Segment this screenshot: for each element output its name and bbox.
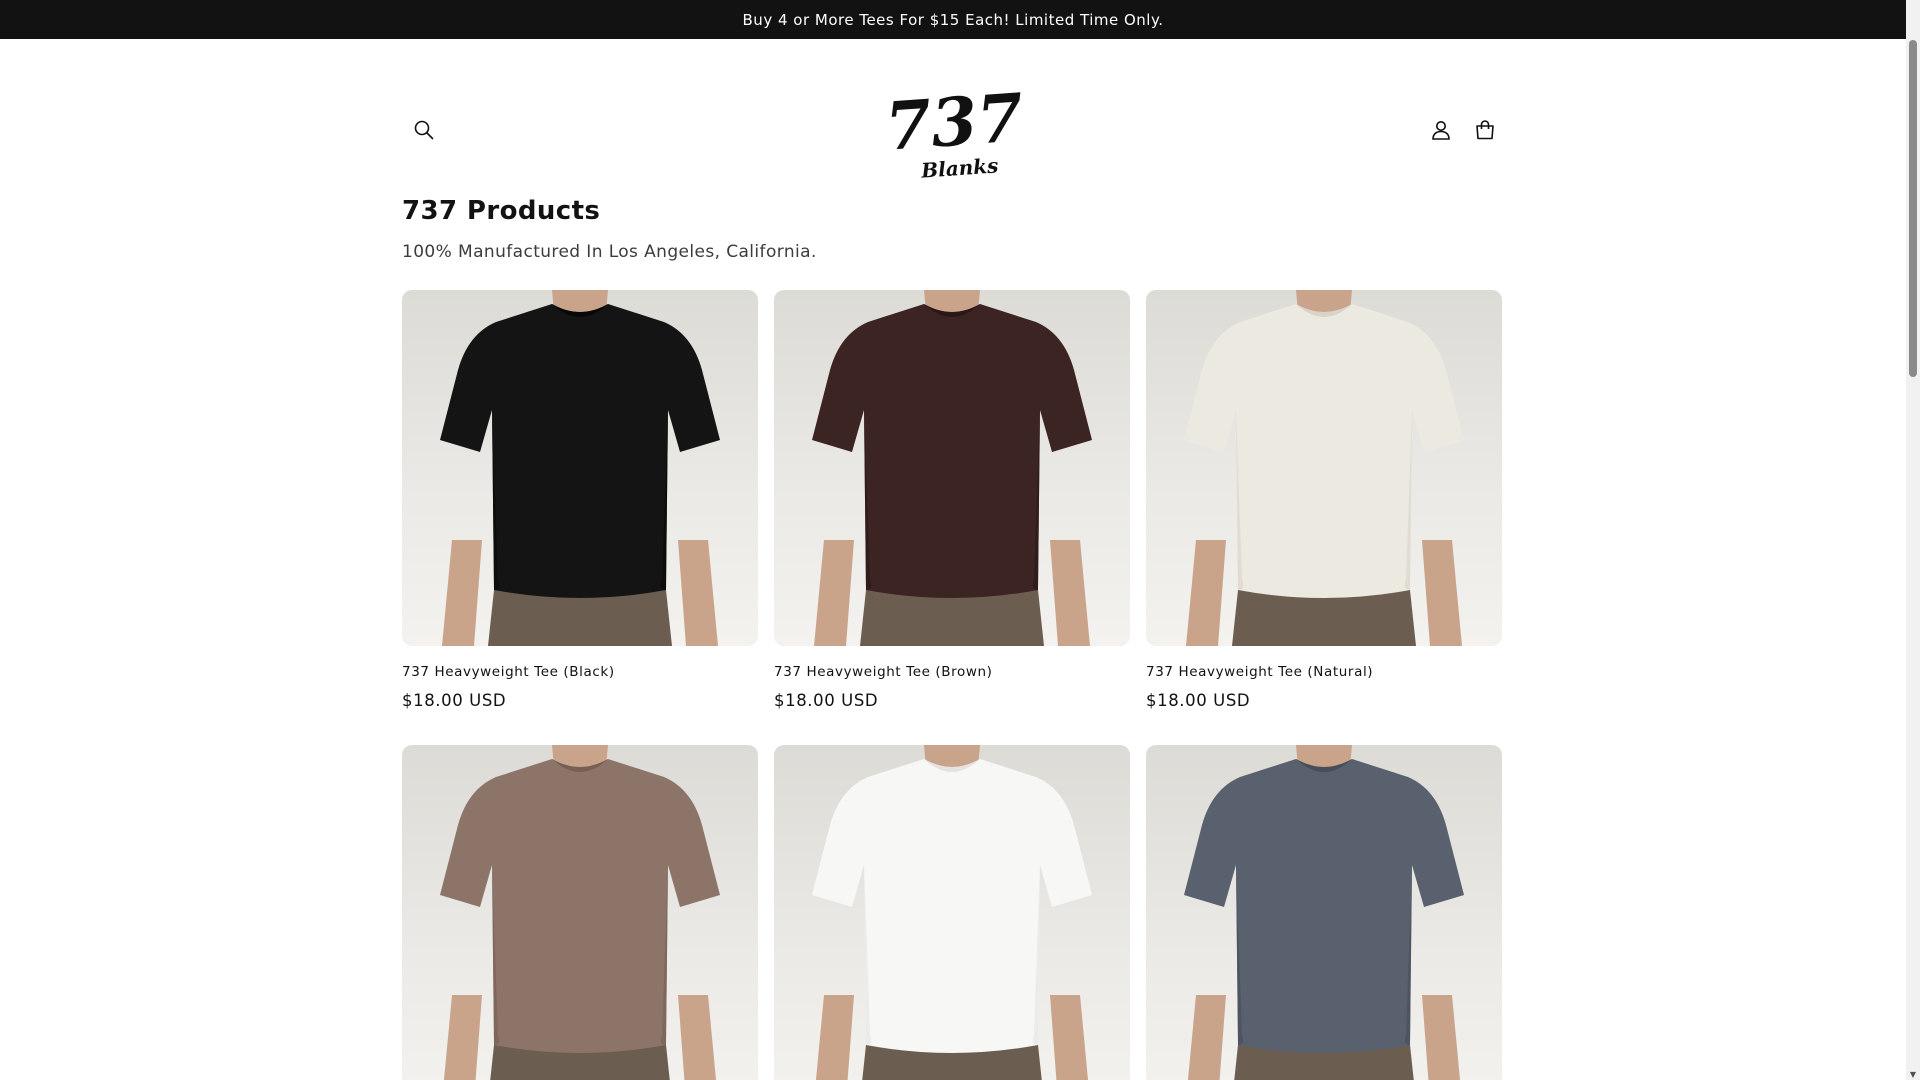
tee-body <box>440 759 720 1053</box>
model-left-arm <box>443 995 482 1080</box>
product-card[interactable]: 737 Heavyweight Tee (Black) $18.00 USD <box>402 290 758 710</box>
page-title: 737 Products <box>402 196 601 226</box>
model-pants <box>488 590 672 646</box>
tee-illustration <box>1184 745 1464 1080</box>
model-pants <box>1232 590 1416 646</box>
model-right-arm <box>678 540 718 646</box>
product-title[interactable]: 737 Heavyweight Tee (Brown) <box>774 664 1130 680</box>
product-card[interactable] <box>1146 745 1502 1080</box>
model-right-arm <box>1050 540 1090 646</box>
user-icon <box>1432 121 1450 140</box>
product-image[interactable] <box>1146 290 1502 646</box>
search-icon <box>414 120 434 140</box>
collection-description: 100% Manufactured In Los Angeles, Califo… <box>402 242 817 262</box>
scrollbar-thumb[interactable] <box>1909 40 1917 377</box>
tee-body <box>1184 304 1464 598</box>
product-price: $18.00 USD <box>402 691 507 710</box>
model-right-arm <box>678 995 717 1080</box>
page-scrollbar[interactable]: ▼ <box>1906 0 1920 1080</box>
logo-word: Blanks <box>919 153 999 182</box>
product-image[interactable] <box>774 745 1130 1080</box>
model-pants <box>860 590 1044 646</box>
model-left-arm <box>815 995 854 1080</box>
product-card[interactable] <box>774 745 1130 1080</box>
product-title[interactable]: 737 Heavyweight Tee (Natural) <box>1146 664 1502 680</box>
tee-illustration <box>440 290 720 646</box>
product-image[interactable] <box>774 290 1130 646</box>
tee-illustration <box>812 745 1092 1080</box>
scroll-down-icon[interactable]: ▼ <box>1908 1070 1918 1080</box>
tee-illustration <box>1184 290 1464 646</box>
site-logo[interactable]: 737 Blanks <box>880 78 1030 183</box>
product-image[interactable] <box>402 745 758 1080</box>
cart-button[interactable] <box>1463 108 1507 152</box>
collection-header: 737 Products 100% Manufactured In Los An… <box>402 190 1502 262</box>
product-price: $18.00 USD <box>1146 691 1251 710</box>
tee-body <box>1184 759 1464 1053</box>
product-title[interactable]: 737 Heavyweight Tee (Black) <box>402 664 758 680</box>
account-button[interactable] <box>1419 108 1463 152</box>
model-left-arm <box>1187 995 1226 1080</box>
tee-body <box>812 759 1092 1053</box>
model-right-arm <box>1050 995 1089 1080</box>
product-card[interactable] <box>402 745 758 1080</box>
model-right-arm <box>1422 540 1462 646</box>
product-image[interactable] <box>1146 745 1502 1080</box>
tee-body <box>812 304 1092 598</box>
cart-icon <box>1476 120 1494 140</box>
tee-body <box>440 304 720 598</box>
product-card[interactable]: 737 Heavyweight Tee (Natural) $18.00 USD <box>1146 290 1502 710</box>
model-left-arm <box>442 540 482 646</box>
tee-illustration <box>812 290 1092 646</box>
site-header: 737 Blanks <box>402 39 1502 189</box>
logo-number: 737 <box>883 83 1026 166</box>
model-right-arm <box>1422 995 1461 1080</box>
product-price: $18.00 USD <box>774 691 879 710</box>
tee-illustration <box>440 745 720 1080</box>
search-button[interactable] <box>402 108 446 152</box>
announcement-text: Buy 4 or More Tees For $15 Each! Limited… <box>742 10 1164 29</box>
product-card[interactable]: 737 Heavyweight Tee (Brown) $18.00 USD <box>774 290 1130 710</box>
model-left-arm <box>814 540 854 646</box>
announcement-bar: Buy 4 or More Tees For $15 Each! Limited… <box>0 0 1906 39</box>
product-image[interactable] <box>402 290 758 646</box>
model-left-arm <box>1186 540 1226 646</box>
